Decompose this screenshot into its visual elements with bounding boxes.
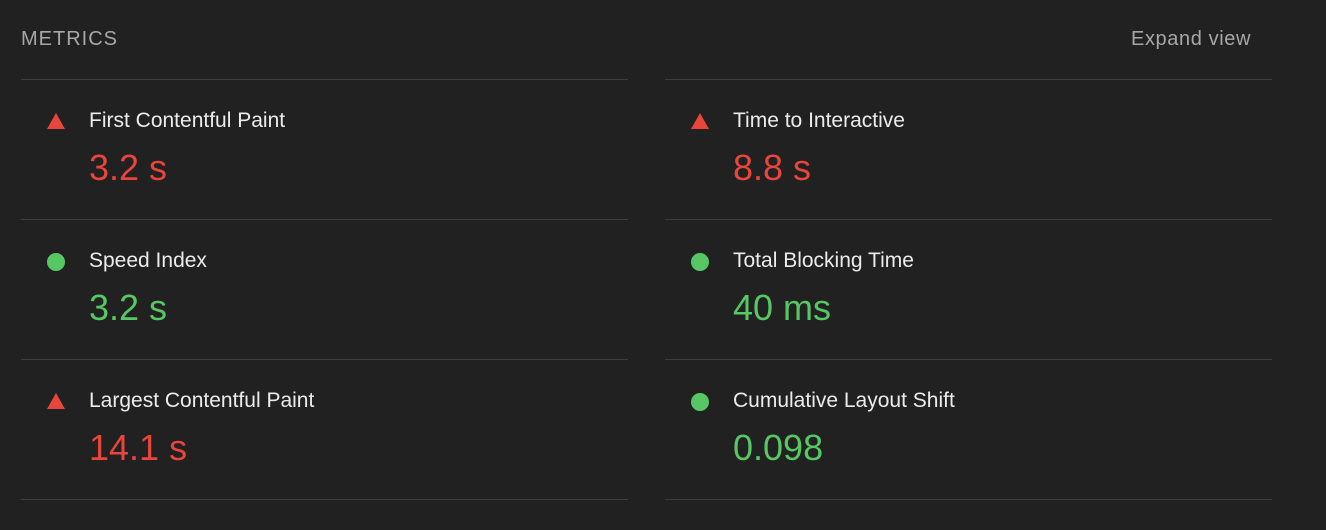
circle-pass-icon [691,393,709,411]
metric-label: First Contentful Paint [89,109,286,132]
metric-label: Time to Interactive [733,109,905,132]
metric-value: 3.2 s [89,287,168,328]
metric-first-contentful-paint: First Contentful Paint 3.2 s [21,79,628,219]
triangle-fail-icon [691,113,709,129]
metric-speed-index: Speed Index 3.2 s [21,219,628,359]
circle-pass-icon [691,253,709,271]
metric-total-blocking-time: Total Blocking Time 40 ms [665,219,1272,359]
metric-time-to-interactive: Time to Interactive 8.8 s [665,79,1272,219]
metrics-header: METRICS Expand view [21,0,1272,79]
metrics-panel: METRICS Expand view First Contentful Pai… [0,0,1326,530]
circle-pass-icon [47,253,65,271]
metrics-title: METRICS [21,28,118,50]
metric-label: Cumulative Layout Shift [733,389,955,412]
metric-largest-contentful-paint: Largest Contentful Paint 14.1 s [21,359,628,500]
expand-view-button[interactable]: Expand view [1131,27,1251,51]
metric-value: 40 ms [733,287,832,328]
metric-label: Largest Contentful Paint [89,389,315,412]
metric-value: 0.098 [733,427,824,468]
metric-value: 8.8 s [733,147,812,188]
metric-label: Total Blocking Time [733,249,914,272]
triangle-fail-icon [47,113,65,129]
metric-label: Speed Index [89,249,207,272]
triangle-fail-icon [47,393,65,409]
metric-value: 14.1 s [89,427,188,468]
metric-value: 3.2 s [89,147,168,188]
metrics-grid: First Contentful Paint 3.2 s Time to Int… [21,79,1273,500]
metric-cumulative-layout-shift: Cumulative Layout Shift 0.098 [665,359,1272,500]
